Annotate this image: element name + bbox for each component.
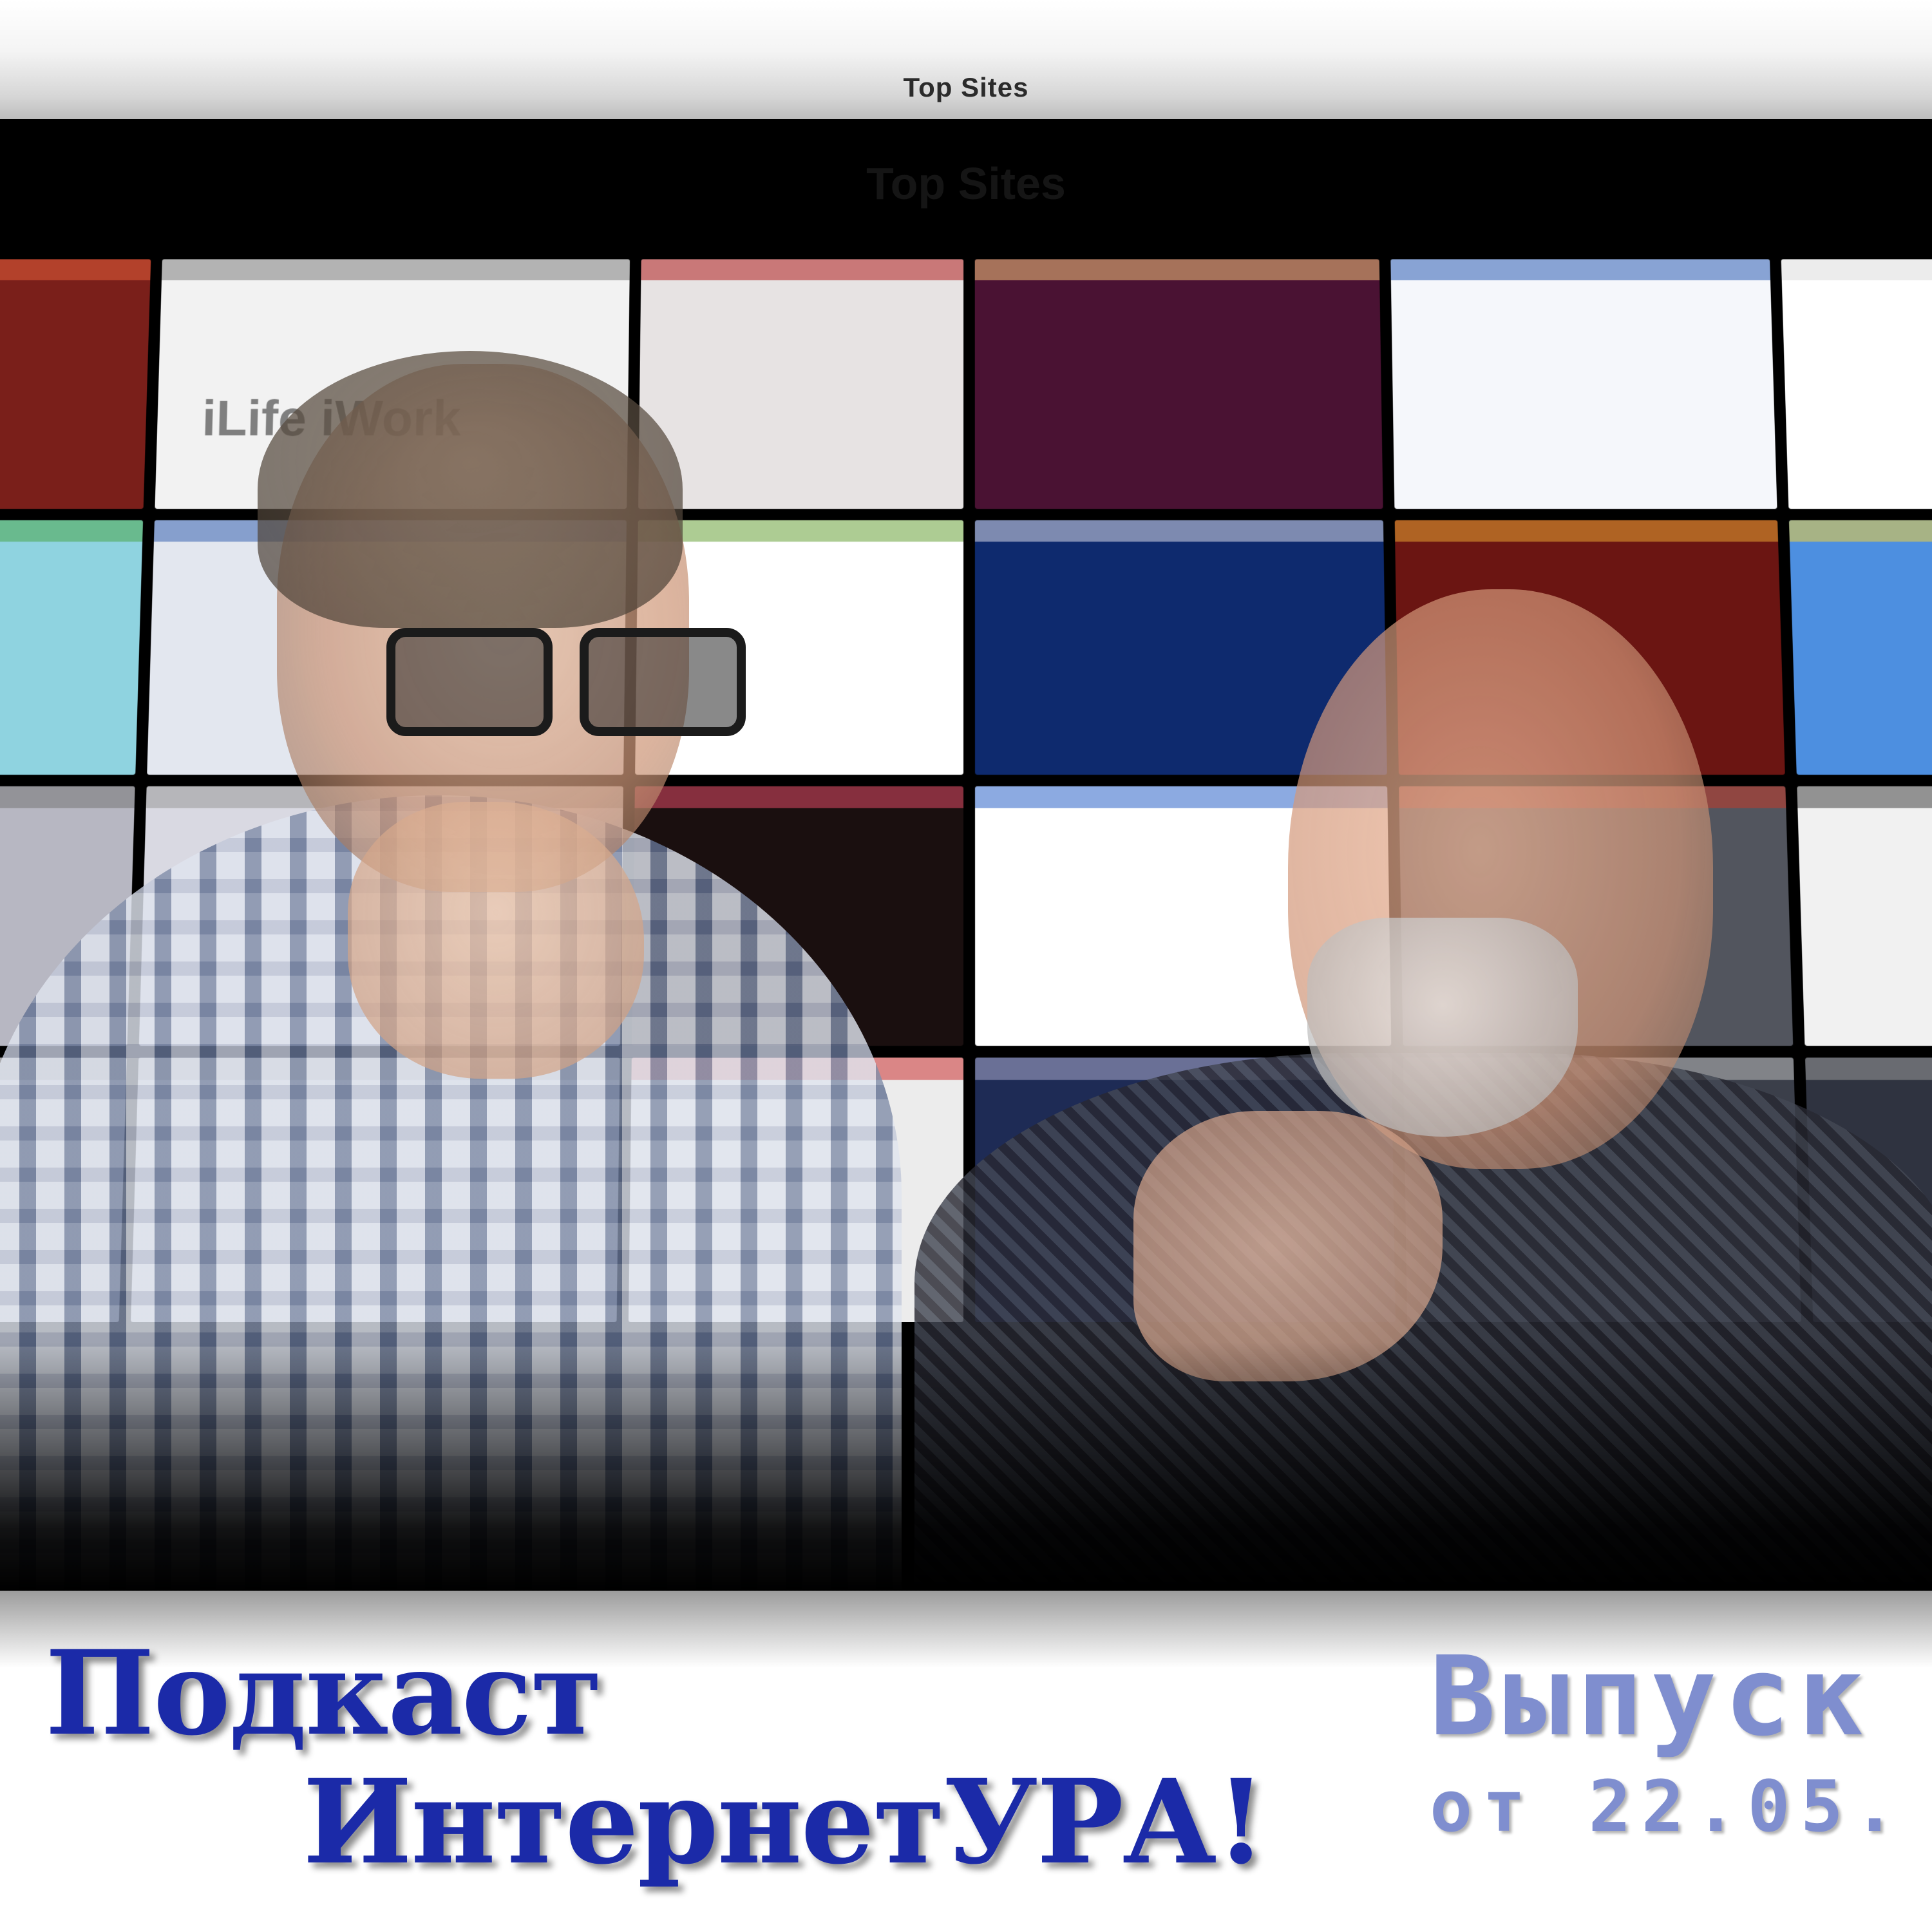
tile-header-bar [1390,259,1770,280]
tile-header-bar [162,259,630,280]
tile-header-bar [1805,1057,1932,1080]
podcast-title: Подкаст ИнтернетУРА! [45,1636,601,1752]
tile-header-bar [638,520,963,542]
tile-header-bar [0,520,143,542]
issue-label: Выпуск от 22.05. [1430,1642,1932,1842]
tile-header-bar [634,786,963,808]
glasses [386,628,747,724]
top-sites-stage: Top Sites iLife iWork [0,119,1932,1591]
window-title: Top Sites [0,72,1932,103]
tile-thumbnail-4[interactable] [975,259,1383,509]
left-person-hand [348,802,644,1079]
window-titlebar[interactable]: Top Sites [0,0,1932,120]
tile-header-bar [641,259,963,280]
tile-header-bar [975,520,1384,542]
tile-header-bar [1781,259,1932,280]
issue-word: Выпуск [1430,1642,1932,1752]
tile-thumbnail-6[interactable] [1781,259,1932,509]
tile-header-bar [1797,786,1932,808]
issue-date: от 22.05. [1430,1771,1932,1842]
tile-thumbnail-7[interactable] [0,520,143,775]
right-person-hand [1133,1111,1443,1381]
tile-thumbnail-5[interactable] [1390,259,1777,509]
tile-thumbnail-12[interactable] [1789,520,1932,775]
podcast-title-line1: Подкаст [45,1636,601,1752]
tile-thumbnail-1[interactable] [0,259,151,509]
tile-header-bar [1789,520,1932,542]
podcast-title-line2: ИнтернетУРА! [303,1765,1265,1880]
right-person-beard [1307,918,1578,1137]
left-person-hair [258,351,683,628]
tile-header-bar [0,259,151,280]
tile-header-bar [0,786,135,808]
stage-vignette [0,1343,1932,1591]
tile-thumbnail-18[interactable] [1797,786,1932,1046]
top-sites-heading: Top Sites [0,158,1932,209]
tile-header-bar [1395,520,1778,542]
tile-header-bar [975,259,1379,280]
tile-thumbnail-3[interactable] [638,259,963,509]
